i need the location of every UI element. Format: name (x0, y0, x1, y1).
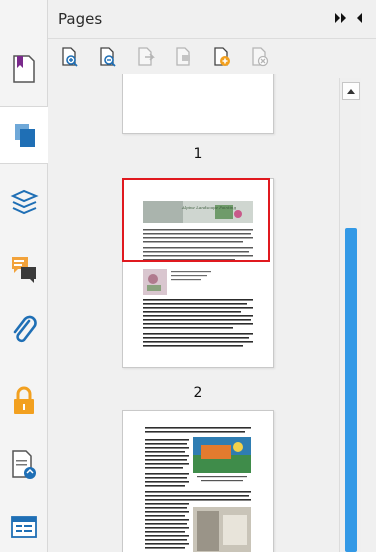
attachments-button[interactable] (0, 302, 48, 360)
form-fields-icon (11, 516, 37, 538)
vertical-scrollbar[interactable] (339, 78, 361, 552)
pages-panel: Pages 1 Alpine Landscape Painting 2 (48, 0, 376, 552)
new-page-icon[interactable] (212, 47, 232, 67)
visible-area-indicator[interactable] (122, 178, 270, 262)
page-number-1: 1 (193, 146, 203, 162)
collapse-left-icon (357, 13, 362, 23)
remove-page-icon[interactable] (250, 47, 270, 67)
security-icon (14, 386, 34, 414)
security-button[interactable] (0, 372, 48, 430)
comments-icon (12, 257, 36, 283)
layers-button[interactable] (0, 174, 48, 232)
insert-page-icon[interactable] (60, 47, 80, 67)
scroll-thumb[interactable] (345, 228, 357, 552)
navigation-rail (0, 0, 49, 552)
page-thumbnail-3[interactable] (122, 410, 274, 552)
form-fields-button[interactable] (0, 498, 48, 552)
comments-button[interactable] (0, 240, 48, 298)
expand-panel-button[interactable] (334, 12, 348, 27)
signature-icon (12, 450, 36, 479)
signature-button[interactable] (0, 436, 48, 494)
replace-page-icon[interactable] (98, 47, 118, 67)
collapse-panel-button[interactable] (354, 12, 364, 27)
page-3-content (145, 427, 251, 552)
bookmarks-button[interactable] (0, 40, 48, 98)
expand-icon (335, 13, 346, 23)
delete-page-icon[interactable] (174, 47, 194, 67)
layers-icon (10, 189, 39, 215)
page-thumbnail-1[interactable] (122, 74, 274, 134)
pages-toolbar (48, 38, 376, 74)
scroll-up-button[interactable] (342, 82, 360, 100)
panel-title: Pages (58, 10, 103, 28)
chevron-up-icon (347, 89, 355, 94)
attachments-icon (13, 315, 37, 343)
bookmark-icon (13, 55, 35, 83)
thumbnail-list[interactable]: 1 Alpine Landscape Painting 2 (48, 74, 334, 552)
extract-page-icon[interactable] (136, 47, 156, 67)
panel-header: Pages (48, 0, 376, 38)
pages-icon (14, 124, 35, 147)
page-number-2: 2 (193, 385, 203, 401)
pages-button[interactable] (0, 106, 49, 164)
